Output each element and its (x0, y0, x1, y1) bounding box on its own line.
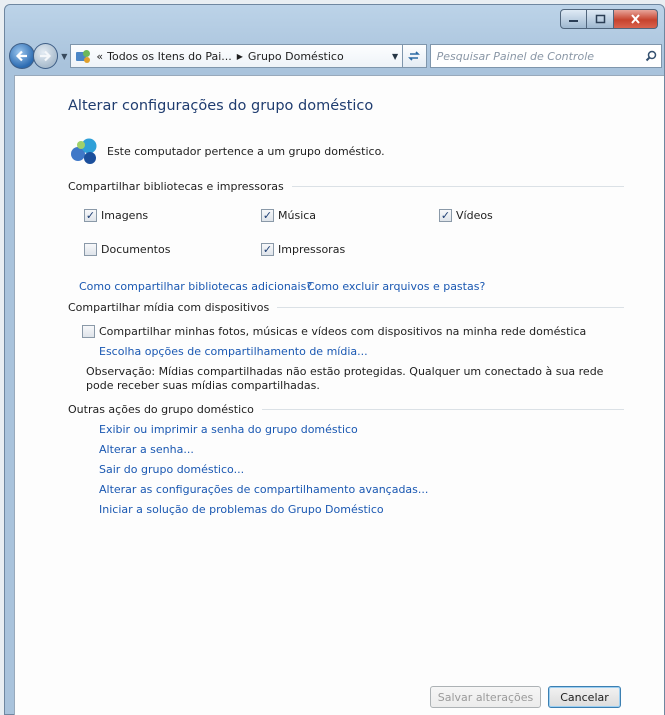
control-panel-icon (74, 48, 92, 64)
address-chevron[interactable]: « (96, 50, 103, 63)
checkbox-documents-label: Documentos (101, 243, 171, 256)
section-divider (261, 409, 624, 410)
content-pane: Alterar configurações do grupo doméstico… (14, 75, 664, 715)
checkbox-images[interactable]: ✓ Imagens (84, 209, 148, 222)
breadcrumb-all-items[interactable]: Todos os Itens do Pai... (107, 50, 232, 63)
link-change-password[interactable]: Alterar a senha... (99, 443, 194, 456)
breadcrumb-homegroup[interactable]: Grupo Doméstico (248, 50, 344, 63)
checkbox-videos[interactable]: ✓ Vídeos (439, 209, 493, 222)
checkbox-documents[interactable]: Documentos (84, 243, 170, 256)
cancel-button[interactable]: Cancelar (548, 686, 621, 708)
checkbox-images-label: Imagens (101, 209, 149, 222)
checkbox-images-box[interactable]: ✓ (84, 209, 97, 222)
section-libraries: Compartilhar bibliotecas e impressoras (68, 180, 624, 193)
section-media: Compartilhar mídia com dispositivos (68, 301, 624, 314)
link-troubleshooter[interactable]: Iniciar a solução de problemas do Grupo … (99, 503, 384, 516)
navigation-bar: ▼ « Todos os Itens do Pai... ▶ Grupo Dom… (9, 41, 662, 71)
checkbox-videos-box[interactable]: ✓ (439, 209, 452, 222)
back-arrow-icon[interactable] (9, 43, 35, 69)
maximize-icon[interactable] (587, 9, 614, 29)
address-bar[interactable]: « Todos os Itens do Pai... ▶ Grupo Domés… (70, 44, 404, 68)
page-title: Alterar configurações do grupo doméstico (68, 98, 374, 114)
checkbox-music[interactable]: ✓ Música (261, 209, 316, 222)
section-divider (291, 186, 624, 187)
breadcrumb-separator-icon[interactable]: ▶ (237, 52, 243, 61)
search-icon[interactable] (641, 50, 661, 62)
checkbox-share-media-box[interactable] (82, 325, 95, 338)
link-media-streaming-options[interactable]: Escolha opções de compartilhamento de mí… (99, 345, 368, 358)
checkbox-share-media[interactable]: Compartilhar minhas fotos, músicas e víd… (82, 325, 586, 338)
link-view-print-password[interactable]: Exibir ou imprimir a senha do grupo domé… (99, 423, 358, 436)
address-dropdown-icon[interactable]: ▼ (388, 52, 402, 61)
link-leave-homegroup[interactable]: Sair do grupo doméstico... (99, 463, 244, 476)
section-label-libraries: Compartilhar bibliotecas e impressoras (68, 180, 284, 193)
link-advanced-sharing-settings[interactable]: Alterar as configurações de compartilham… (99, 483, 428, 496)
checkbox-music-box[interactable]: ✓ (261, 209, 274, 222)
control-panel-window: ▼ « Todos os Itens do Pai... ▶ Grupo Dom… (4, 4, 665, 715)
checkbox-printers-box[interactable]: ✓ (261, 243, 274, 256)
checkbox-music-label: Música (278, 209, 317, 222)
section-other-actions: Outras ações do grupo doméstico (68, 403, 624, 416)
search-input[interactable]: Pesquisar Painel de Controle (429, 44, 662, 68)
section-label-media: Compartilhar mídia com dispositivos (68, 301, 270, 314)
save-changes-button[interactable]: Salvar alterações (430, 686, 541, 708)
checkbox-videos-label: Vídeos (456, 209, 493, 222)
media-security-note: Observação: Mídias compartilhadas não es… (86, 365, 604, 392)
checkbox-printers[interactable]: ✓ Impressoras (261, 243, 345, 256)
search-placeholder: Pesquisar Painel de Controle (436, 49, 595, 63)
link-exclude-files[interactable]: Como excluir arquivos e pastas? (307, 280, 485, 293)
homegroup-icon (68, 136, 102, 166)
caption-buttons (560, 9, 658, 29)
close-icon[interactable] (614, 9, 658, 29)
section-label-other-actions: Outras ações do grupo doméstico (68, 403, 254, 416)
forward-arrow-icon[interactable] (32, 43, 59, 69)
checkbox-share-media-label: Compartilhar minhas fotos, músicas e víd… (99, 325, 587, 338)
membership-row: Este computador pertence a um grupo domé… (68, 136, 385, 166)
refresh-icon[interactable] (403, 44, 427, 68)
link-share-additional-libraries[interactable]: Como compartilhar bibliotecas adicionais… (79, 280, 312, 293)
membership-text: Este computador pertence a um grupo domé… (107, 144, 385, 158)
checkbox-printers-label: Impressoras (278, 243, 346, 256)
checkbox-documents-box[interactable] (84, 243, 97, 256)
section-divider (277, 307, 624, 308)
recent-pages-dropdown-icon[interactable]: ▼ (61, 52, 67, 61)
minimize-icon[interactable] (560, 9, 587, 29)
